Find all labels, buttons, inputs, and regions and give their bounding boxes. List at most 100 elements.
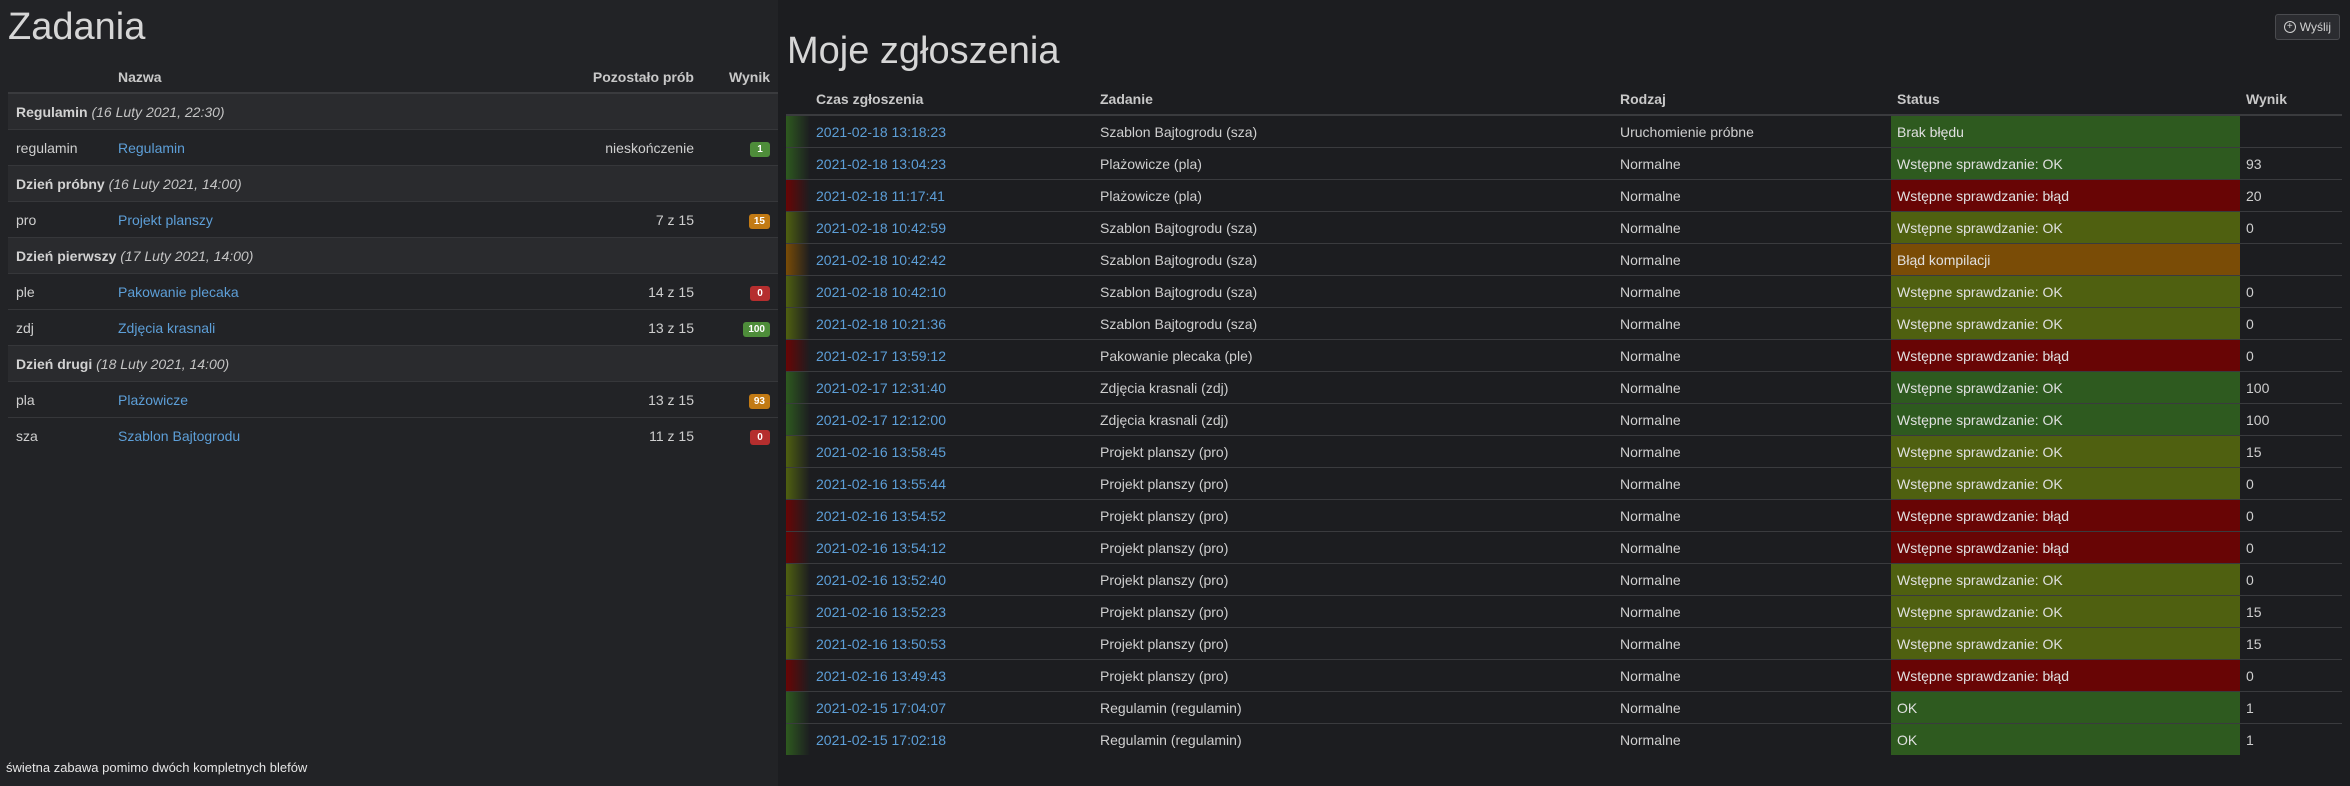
task-score-cell: 0 [702, 417, 778, 453]
task-link[interactable]: Regulamin [118, 140, 185, 156]
submission-time-link[interactable]: 2021-02-16 13:54:12 [810, 531, 1094, 564]
submission-task: Projekt planszy (pro) [1094, 467, 1614, 500]
task-code: sza [8, 417, 110, 453]
code-header [8, 62, 110, 94]
task-attempts: 13 z 15 [506, 381, 702, 418]
submission-status: OK [1891, 723, 2240, 755]
submission-task: Zdjęcia krasnali (zdj) [1094, 403, 1614, 436]
submission-score: 100 [2240, 371, 2342, 404]
submission-time-link[interactable]: 2021-02-16 13:52:40 [810, 563, 1094, 596]
score-badge: 1 [750, 141, 770, 157]
score-badge: 93 [748, 393, 770, 409]
task-link[interactable]: Plażowicze [118, 392, 188, 408]
submission-status: Wstępne sprawdzanie: OK [1891, 467, 2240, 500]
status-strip [786, 563, 810, 596]
submission-kind: Normalne [1614, 595, 1891, 628]
submission-time-link[interactable]: 2021-02-17 13:59:12 [810, 339, 1094, 372]
submission-time-link[interactable]: 2021-02-18 13:04:23 [810, 147, 1094, 180]
task-score-cell: 100 [702, 309, 778, 346]
task-score-cell: 93 [702, 381, 778, 418]
submission-score: 0 [2240, 467, 2342, 500]
score-header: Wynik [2240, 84, 2342, 116]
task-code: ple [8, 273, 110, 310]
submissions-title: Moje zgłoszenia [787, 30, 1060, 72]
submission-time-link[interactable]: 2021-02-18 11:17:41 [810, 179, 1094, 212]
submission-kind: Normalne [1614, 435, 1891, 468]
submission-kind: Normalne [1614, 499, 1891, 532]
task-group-row: Regulamin (16 Luty 2021, 22:30) [8, 92, 778, 130]
task-link[interactable]: Projekt planszy [118, 212, 213, 228]
submission-status: Wstępne sprawdzanie: OK [1891, 275, 2240, 308]
task-attempts: 11 z 15 [506, 417, 702, 453]
submission-status: Wstępne sprawdzanie: błąd [1891, 659, 2240, 692]
status-strip [786, 179, 810, 212]
task-code: regulamin [8, 129, 110, 166]
status-strip [786, 435, 810, 468]
submission-row: 2021-02-18 10:42:59 Szablon Bajtogrodu (s… [786, 211, 2342, 244]
submission-time-link[interactable]: 2021-02-17 12:31:40 [810, 371, 1094, 404]
submission-row: 2021-02-17 12:31:40 Zdjęcia krasnali (zdj… [786, 371, 2342, 404]
submission-score: 1 [2240, 723, 2342, 755]
task-row: zdj Zdjęcia krasnali 13 z 15 100 [8, 309, 778, 346]
submissions-panel: Moje zgłoszenia + Wyślij Czas zgłoszenia… [778, 0, 2350, 786]
submission-task: Regulamin (regulamin) [1094, 723, 1614, 755]
task-score-cell: 15 [702, 201, 778, 238]
submission-row: 2021-02-16 13:50:53 Projekt planszy (pro)… [786, 627, 2342, 660]
submission-row: 2021-02-15 17:04:07 Regulamin (regulamin)… [786, 691, 2342, 724]
task-group-name: Dzień pierwszy [16, 247, 117, 264]
send-button[interactable]: + Wyślij [2274, 14, 2340, 40]
submission-time-link[interactable]: 2021-02-17 12:12:00 [810, 403, 1094, 436]
submission-task: Regulamin (regulamin) [1094, 691, 1614, 724]
submission-time-link[interactable]: 2021-02-16 13:55:44 [810, 467, 1094, 500]
status-strip [786, 114, 810, 148]
strip-header [786, 84, 810, 116]
task-name-cell: Zdjęcia krasnali [110, 309, 506, 346]
submission-score: 20 [2240, 179, 2342, 212]
submission-time-link[interactable]: 2021-02-15 17:04:07 [810, 691, 1094, 724]
submission-time-link[interactable]: 2021-02-16 13:54:52 [810, 499, 1094, 532]
submission-time-link[interactable]: 2021-02-15 17:02:18 [810, 723, 1094, 755]
submission-task: Zdjęcia krasnali (zdj) [1094, 371, 1614, 404]
submissions-table: Czas zgłoszenia Zadanie Rodzaj Status Wy… [786, 84, 2342, 755]
submission-time-link[interactable]: 2021-02-18 10:42:42 [810, 243, 1094, 276]
task-name-cell: Pakowanie plecaka [110, 273, 506, 310]
submission-kind: Normalne [1614, 339, 1891, 372]
submission-kind: Normalne [1614, 179, 1891, 212]
submission-kind: Normalne [1614, 243, 1891, 276]
submission-time-link[interactable]: 2021-02-16 13:50:53 [810, 627, 1094, 660]
status-strip [786, 723, 810, 755]
submission-row: 2021-02-17 12:12:00 Zdjęcia krasnali (zdj… [786, 403, 2342, 436]
submission-task: Projekt planszy (pro) [1094, 531, 1614, 564]
task-name-cell: Plażowicze [110, 381, 506, 418]
task-attempts: 14 z 15 [506, 273, 702, 310]
submission-status: Wstępne sprawdzanie: OK [1891, 211, 2240, 244]
submission-time-link[interactable]: 2021-02-16 13:49:43 [810, 659, 1094, 692]
tasks-panel: Zadania Nazwa Pozostało prób Wynik Regul… [0, 0, 778, 786]
submission-time-link[interactable]: 2021-02-18 10:42:59 [810, 211, 1094, 244]
task-link[interactable]: Pakowanie plecaka [118, 284, 239, 300]
submission-row: 2021-02-16 13:52:23 Projekt planszy (pro)… [786, 595, 2342, 628]
submission-status: Wstępne sprawdzanie: OK [1891, 627, 2240, 660]
task-code: pro [8, 201, 110, 238]
submission-kind: Normalne [1614, 275, 1891, 308]
submission-time-link[interactable]: 2021-02-18 10:42:10 [810, 275, 1094, 308]
status-strip [786, 307, 810, 340]
submission-task: Szablon Bajtogrodu (sza) [1094, 275, 1614, 308]
task-link[interactable]: Szablon Bajtogrodu [118, 428, 240, 444]
submission-time-link[interactable]: 2021-02-16 13:52:23 [810, 595, 1094, 628]
submission-time-link[interactable]: 2021-02-18 13:18:23 [810, 114, 1094, 148]
submission-time-link[interactable]: 2021-02-16 13:58:45 [810, 435, 1094, 468]
task-row: sza Szablon Bajtogrodu 11 z 15 0 [8, 417, 778, 453]
submission-task: Pakowanie plecaka (ple) [1094, 339, 1614, 372]
name-header: Nazwa [110, 62, 506, 94]
submission-kind: Normalne [1614, 307, 1891, 340]
task-link[interactable]: Zdjęcia krasnali [118, 320, 215, 336]
submission-kind: Normalne [1614, 211, 1891, 244]
submission-status: Wstępne sprawdzanie: OK [1891, 403, 2240, 436]
task-group-date: (18 Luty 2021, 14:00) [96, 355, 230, 372]
status-strip [786, 275, 810, 308]
status-strip [786, 243, 810, 276]
submission-time-link[interactable]: 2021-02-18 10:21:36 [810, 307, 1094, 340]
task-group-cell: Dzień próbny (16 Luty 2021, 14:00) [8, 165, 778, 202]
submission-row: 2021-02-18 11:17:41 Plażowicze (pla) Norma… [786, 179, 2342, 212]
